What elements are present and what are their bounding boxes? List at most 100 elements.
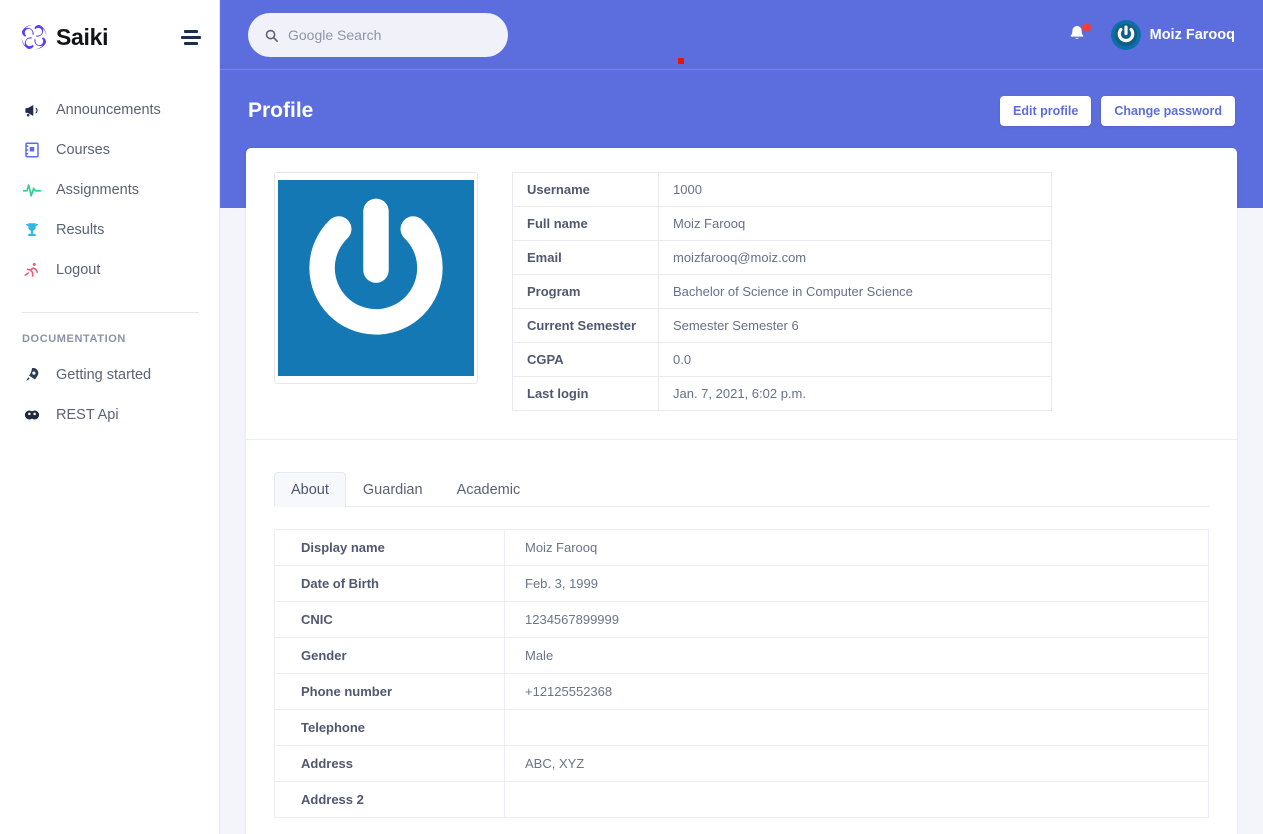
table-row: Current Semester Semester Semester 6 xyxy=(512,308,1052,343)
row-value: Feb. 3, 1999 xyxy=(504,565,1209,602)
topbar: Moiz Farooq xyxy=(220,0,1263,70)
notebook-icon xyxy=(22,140,42,160)
sidebar-item-logout[interactable]: Logout xyxy=(0,250,219,290)
search-box[interactable] xyxy=(248,13,508,57)
topbar-right: Moiz Farooq xyxy=(1067,20,1235,50)
activity-pulse-icon xyxy=(22,180,42,200)
row-key: Email xyxy=(512,240,659,275)
card-bottom-padding xyxy=(274,818,1209,834)
user-name: Moiz Farooq xyxy=(1149,27,1235,43)
notifications-button[interactable] xyxy=(1067,23,1091,47)
sidebar-item-announcements[interactable]: Announcements xyxy=(0,90,219,130)
table-row: Full name Moiz Farooq xyxy=(512,206,1052,241)
avatar xyxy=(1110,20,1141,50)
table-row: Address ABC, XYZ xyxy=(274,745,1209,782)
row-key: Last login xyxy=(512,376,659,411)
sidebar-item-label: Logout xyxy=(56,262,101,278)
table-row: Display name Moiz Farooq xyxy=(274,529,1209,566)
row-key: Program xyxy=(512,274,659,309)
notification-badge xyxy=(1081,23,1091,32)
tab-guardian[interactable]: Guardian xyxy=(346,472,440,507)
about-table: Display name Moiz Farooq Date of Birth F… xyxy=(274,529,1209,818)
table-row: Date of Birth Feb. 3, 1999 xyxy=(274,565,1209,602)
tab-list: About Guardian Academic xyxy=(274,472,1209,507)
saiki-swirl-logo-icon xyxy=(21,24,47,50)
app-root: Saiki Announcements Courses Assignments … xyxy=(0,0,1263,834)
search-input[interactable] xyxy=(288,27,478,43)
search-icon xyxy=(265,29,278,42)
table-row: Gender Male xyxy=(274,637,1209,674)
sidebar-nav: Announcements Courses Assignments Result… xyxy=(0,90,219,290)
row-key: Display name xyxy=(274,529,505,566)
red-speck-artifact xyxy=(678,58,684,64)
page-title: Profile xyxy=(248,99,314,122)
row-key: Username xyxy=(512,172,659,207)
sidebar-item-label: Assignments xyxy=(56,182,140,198)
row-value: Bachelor of Science in Computer Science xyxy=(658,274,1052,309)
profile-info-table: Username 1000 Full name Moiz Farooq Emai… xyxy=(512,172,1052,411)
row-key: Date of Birth xyxy=(274,565,505,602)
row-value: Semester Semester 6 xyxy=(658,308,1052,343)
row-value: 1000 xyxy=(658,172,1052,207)
hamburger-icon[interactable] xyxy=(181,29,201,45)
table-row: Username 1000 xyxy=(512,172,1052,207)
row-value: moizfarooq@moiz.com xyxy=(658,240,1052,275)
sidebar-item-label: Announcements xyxy=(56,102,161,118)
row-key: CGPA xyxy=(512,342,659,377)
row-value: Moiz Farooq xyxy=(658,206,1052,241)
brand[interactable]: Saiki xyxy=(20,23,109,51)
about-table-body: Display name Moiz Farooq Date of Birth F… xyxy=(274,529,1209,818)
row-value: 1234567899999 xyxy=(504,601,1209,638)
change-password-button[interactable]: Change password xyxy=(1101,96,1235,126)
table-row: Email moizfarooq@moiz.com xyxy=(512,240,1052,275)
sidebar-item-label: Results xyxy=(56,222,105,238)
row-key: Current Semester xyxy=(512,308,659,343)
tab-about[interactable]: About xyxy=(274,472,346,507)
sidebar-item-assignments[interactable]: Assignments xyxy=(0,170,219,210)
sidebar-item-label: Courses xyxy=(56,142,110,158)
profile-avatar-frame xyxy=(274,172,478,384)
row-value: Male xyxy=(504,637,1209,674)
sidebar-section-heading: DOCUMENTATION xyxy=(22,333,126,345)
row-key: Full name xyxy=(512,206,659,241)
row-key: Phone number xyxy=(274,673,505,710)
row-key: Address 2 xyxy=(274,781,505,818)
brand-name: Saiki xyxy=(56,23,109,50)
table-row: Phone number +12125552368 xyxy=(274,673,1209,710)
main-content: Moiz Farooq Profile Edit profile Change … xyxy=(220,0,1263,834)
profile-avatar xyxy=(278,180,474,376)
tab-academic[interactable]: Academic xyxy=(440,472,538,507)
sidebar-item-getting-started[interactable]: Getting started xyxy=(0,355,219,395)
table-row: CGPA 0.0 xyxy=(512,342,1052,377)
table-row: CNIC 1234567899999 xyxy=(274,601,1209,638)
running-person-icon xyxy=(22,260,42,280)
profile-summary: Username 1000 Full name Moiz Farooq Emai… xyxy=(246,148,1237,439)
page-header: Profile Edit profile Change password xyxy=(220,70,1263,126)
row-value: Jan. 7, 2021, 6:02 p.m. xyxy=(658,376,1052,411)
rest-api-icon xyxy=(22,405,42,425)
table-row: Last login Jan. 7, 2021, 6:02 p.m. xyxy=(512,376,1052,411)
row-value: +12125552368 xyxy=(504,673,1209,710)
sidebar-brand-row: Saiki xyxy=(0,0,219,56)
row-value: ABC, XYZ xyxy=(504,745,1209,782)
row-value xyxy=(504,781,1209,818)
sidebar-doc-nav: Getting started REST Api xyxy=(0,355,219,435)
megaphone-icon xyxy=(22,100,42,120)
sidebar-item-label: REST Api xyxy=(56,407,119,423)
sidebar-item-courses[interactable]: Courses xyxy=(0,130,219,170)
row-key: Gender xyxy=(274,637,505,674)
tabs-section: About Guardian Academic Display name Moi… xyxy=(246,440,1237,834)
user-menu[interactable]: Moiz Farooq xyxy=(1110,20,1235,50)
table-row: Program Bachelor of Science in Computer … xyxy=(512,274,1052,309)
sidebar: Saiki Announcements Courses Assignments … xyxy=(0,0,220,834)
row-key: CNIC xyxy=(274,601,505,638)
sidebar-item-rest-api[interactable]: REST Api xyxy=(0,395,219,435)
edit-profile-button[interactable]: Edit profile xyxy=(1000,96,1092,126)
profile-card: Username 1000 Full name Moiz Farooq Emai… xyxy=(246,148,1237,834)
trophy-icon xyxy=(22,220,42,240)
sidebar-item-label: Getting started xyxy=(56,367,152,383)
table-row: Telephone xyxy=(274,709,1209,746)
sidebar-item-results[interactable]: Results xyxy=(0,210,219,250)
row-value: 0.0 xyxy=(658,342,1052,377)
row-key: Telephone xyxy=(274,709,505,746)
